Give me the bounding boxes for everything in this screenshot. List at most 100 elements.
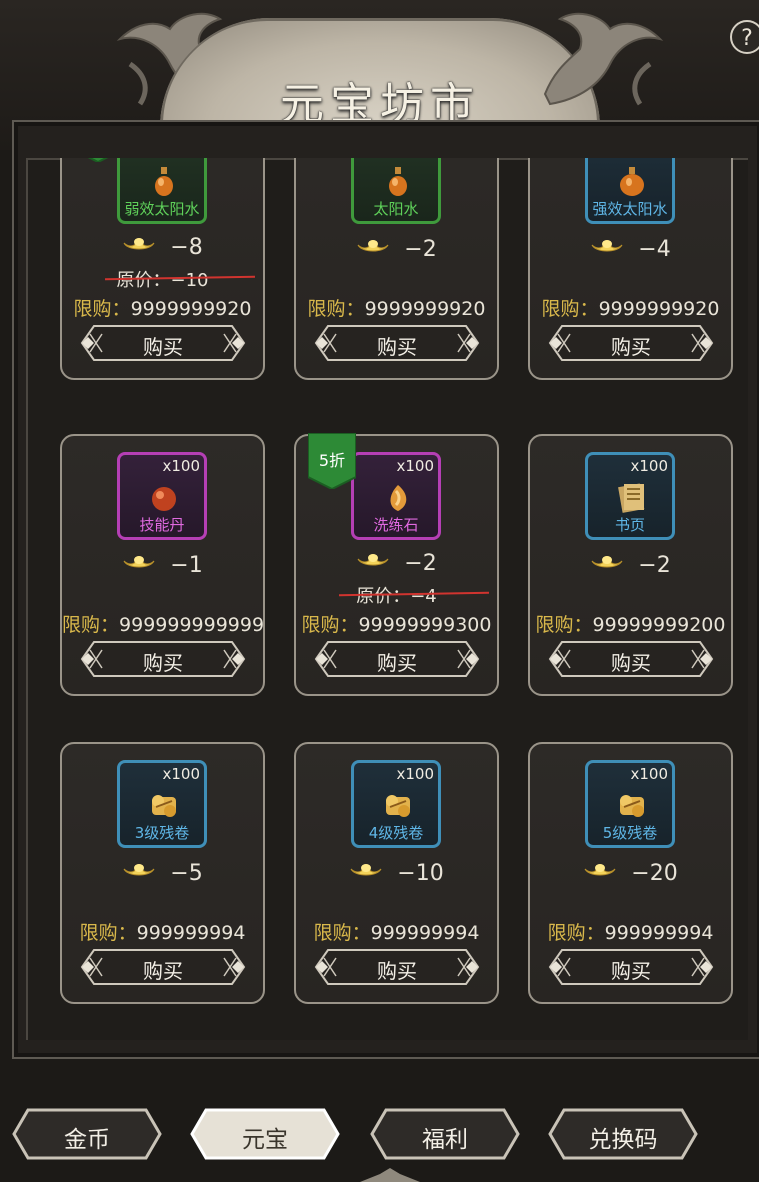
purchase-limit-label: 限购： — [307, 298, 365, 320]
original-price-label: 原价： — [116, 270, 171, 291]
item-quantity: x100 — [630, 765, 668, 783]
price-row: −4 — [530, 234, 731, 264]
shop-item-card: x100 太阳水 −2 限购：9999999920 购买 — [294, 158, 499, 380]
shop-item-card: x100 5级残卷 −20 限购：999999994 购买 — [528, 742, 733, 1004]
buy-button[interactable]: 购买 — [80, 324, 246, 362]
buy-button[interactable]: 购买 — [314, 324, 480, 362]
buy-button-label: 购买 — [377, 651, 417, 675]
buy-button-label: 购买 — [143, 959, 183, 983]
item-icon-slot[interactable]: x100 书页 — [585, 452, 675, 540]
purchase-limit-value: 99999999200 — [592, 614, 726, 636]
item-price: −4 — [638, 236, 671, 262]
tab-3[interactable]: 福利 — [370, 1108, 520, 1160]
discount-badge-label: 5折 — [318, 451, 346, 470]
price-row: −2 — [530, 550, 731, 580]
shop-item-card: x100 技能丹 −1 限购：999999999999 购买 — [60, 434, 265, 696]
purchase-limit-value: 9999999920 — [130, 298, 252, 320]
purchase-limit-value: 999999994 — [604, 922, 714, 944]
original-price: 原价：−4 — [296, 582, 497, 608]
item-name: 3级残卷 — [134, 824, 190, 842]
item-name: 洗练石 — [373, 516, 419, 534]
buy-button-label: 购买 — [143, 651, 183, 675]
tab-bar: 金币 元宝 福利 兑换码 — [0, 1100, 759, 1170]
item-price: −2 — [404, 550, 437, 576]
item-icon-slot[interactable]: x100 4级残卷 — [351, 760, 441, 848]
shop-item-card: x100 4级残卷 −10 限购：999999994 购买 — [294, 742, 499, 1004]
purchase-limit: 限购：9999999920 — [530, 294, 731, 321]
buy-button-label: 购买 — [143, 335, 183, 359]
purchase-limit-value: 999999994 — [370, 922, 480, 944]
item-name: 强效太阳水 — [592, 200, 668, 218]
buy-button-label: 购买 — [377, 335, 417, 359]
purchase-limit: 限购：9999999920 — [296, 294, 497, 321]
purchase-limit: 限购：999999994 — [530, 918, 731, 945]
item-name: 弱效太阳水 — [124, 200, 200, 218]
yuanbao-ingot-icon — [122, 553, 156, 577]
item-icon-slot[interactable]: x100 洗练石 — [351, 452, 441, 540]
shop-item-card: x100 3级残卷 −5 限购：999999994 购买 — [60, 742, 265, 1004]
price-row: −8 — [62, 232, 263, 262]
purchase-limit-label: 限购： — [62, 614, 120, 636]
price-row: −5 — [62, 858, 263, 888]
original-price-value: −4 — [410, 586, 437, 607]
purchase-limit-value: 9999999920 — [364, 298, 486, 320]
item-quantity: x100 — [396, 158, 434, 159]
help-button[interactable]: ? — [730, 20, 759, 54]
item-quantity: x100 — [162, 457, 200, 475]
dragon-right-icon — [543, 12, 664, 106]
item-price: −10 — [397, 860, 444, 886]
purchase-limit-label: 限购： — [73, 298, 131, 320]
yuanbao-ingot-icon — [583, 861, 617, 885]
item-name: 书页 — [614, 516, 645, 534]
original-price-label: 原价： — [356, 586, 411, 607]
item-quantity: x100 — [396, 765, 434, 783]
item-price: −2 — [638, 552, 671, 578]
buy-button[interactable]: 购买 — [548, 948, 714, 986]
item-grid[interactable]: x100弱效太阳水−8原价：−10限购：9999999920购买x100太阳水−… — [30, 158, 759, 1030]
buy-button[interactable]: 购买 — [80, 640, 246, 678]
tab-label: 元宝 — [242, 1127, 288, 1153]
purchase-limit: 限购：9999999920 — [62, 294, 263, 321]
price-row: −2 — [296, 234, 497, 264]
item-icon-slot[interactable]: x100 太阳水 — [351, 158, 441, 224]
purchase-limit-value: 9999999920 — [598, 298, 720, 320]
tab-1[interactable]: 金币 — [12, 1108, 162, 1160]
discount-badge: 5折 — [307, 432, 357, 491]
buy-button[interactable]: 购买 — [314, 640, 480, 678]
yuanbao-ingot-icon — [356, 551, 390, 575]
item-icon-slot[interactable]: x100 3级残卷 — [117, 760, 207, 848]
item-icon-slot[interactable]: x100 5级残卷 — [585, 760, 675, 848]
buy-button[interactable]: 购买 — [548, 324, 714, 362]
item-price: −5 — [170, 860, 203, 886]
shop-item-card: x100 洗练石 −2 原价：−4 限购：99999999300 购买 5折 — [294, 432, 499, 696]
buy-button[interactable]: 购买 — [314, 948, 480, 986]
tab-label: 福利 — [422, 1127, 468, 1153]
buy-button-label: 购买 — [377, 959, 417, 983]
bottom-ornament-icon — [360, 1168, 420, 1182]
purchase-limit-label: 限购： — [535, 614, 593, 636]
buy-button[interactable]: 购买 — [548, 640, 714, 678]
purchase-limit-label: 限购： — [313, 922, 371, 944]
tab-4[interactable]: 兑换码 — [548, 1108, 698, 1160]
yuanbao-ingot-icon — [356, 237, 390, 261]
item-name: 技能丹 — [139, 516, 185, 534]
item-icon-slot[interactable]: x100 技能丹 — [117, 452, 207, 540]
purchase-limit-label: 限购： — [79, 922, 137, 944]
price-row: −2 — [296, 548, 497, 578]
price-row: −1 — [62, 550, 263, 580]
item-name: 4级残卷 — [368, 824, 424, 842]
item-price: −20 — [631, 860, 678, 886]
buy-button-label: 购买 — [611, 335, 651, 359]
item-quantity: x100 — [162, 765, 200, 783]
tab-2[interactable]: 元宝 — [190, 1108, 340, 1160]
item-price: −1 — [170, 552, 203, 578]
purchase-limit: 限购：999999999999 — [62, 610, 264, 637]
purchase-limit-value: 99999999300 — [358, 614, 492, 636]
item-icon-slot[interactable]: x100 强效太阳水 — [585, 158, 675, 224]
yuanbao-ingot-icon — [590, 553, 624, 577]
item-quantity: x100 — [396, 457, 434, 475]
buy-button[interactable]: 购买 — [80, 948, 246, 986]
shop-item-card: x100 书页 −2 限购：99999999200 购买 — [528, 434, 733, 696]
item-icon-slot[interactable]: x100 弱效太阳水 — [117, 158, 207, 224]
purchase-limit: 限购：99999999300 — [296, 610, 497, 637]
